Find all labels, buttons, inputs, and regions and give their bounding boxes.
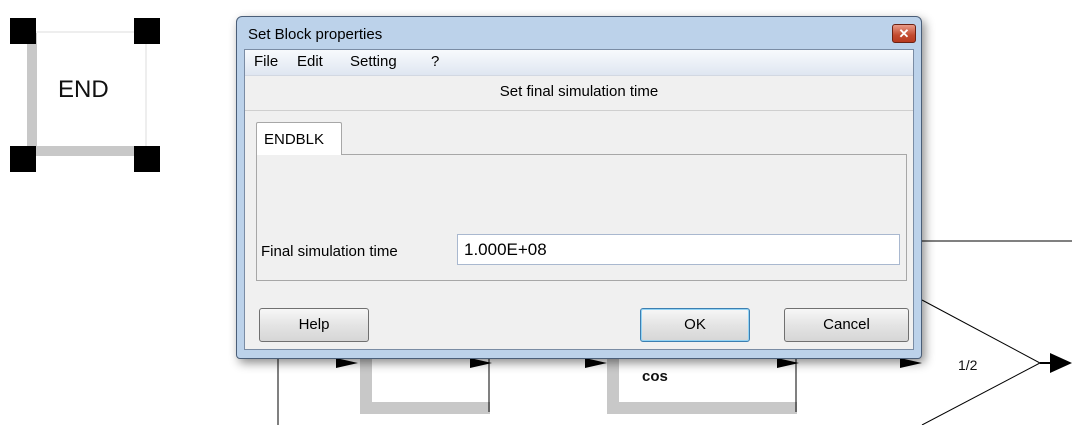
menu-edit[interactable]: Edit bbox=[297, 53, 323, 70]
gain-block[interactable] bbox=[921, 299, 1072, 425]
tab-label: ENDBLK bbox=[264, 131, 325, 148]
title-bar[interactable]: Set Block properties ✕ bbox=[237, 17, 921, 49]
help-button[interactable]: Help bbox=[259, 308, 369, 342]
menu-help-question[interactable]: ? bbox=[431, 53, 439, 70]
selection-handle bbox=[10, 146, 36, 172]
final-simulation-time-input[interactable] bbox=[457, 234, 900, 265]
end-block-label: END bbox=[58, 76, 109, 103]
cos-block-label: cos bbox=[642, 368, 668, 385]
tab-endblk[interactable]: ENDBLK bbox=[256, 122, 342, 155]
selection-handle bbox=[134, 146, 160, 172]
dialog-header: Set final simulation time bbox=[499, 83, 659, 100]
dialog-client-area: File Edit Setting ? Set final simulation… bbox=[244, 49, 914, 350]
header-divider bbox=[245, 110, 913, 111]
window-title: Set Block properties bbox=[248, 26, 383, 43]
output-arrow bbox=[1050, 353, 1072, 373]
close-icon[interactable]: ✕ bbox=[892, 24, 916, 43]
selection-handle bbox=[134, 18, 160, 44]
ok-button[interactable]: OK bbox=[640, 308, 750, 342]
arrow bbox=[900, 358, 922, 368]
arrow bbox=[585, 358, 607, 368]
gain-label: 1/2 bbox=[958, 357, 978, 373]
menu-file[interactable]: File bbox=[254, 53, 278, 70]
arrow bbox=[336, 358, 358, 368]
final-simulation-time-label: Final simulation time bbox=[261, 243, 398, 260]
cos-block[interactable] bbox=[607, 355, 797, 414]
selection-handle bbox=[10, 18, 36, 44]
menu-setting[interactable]: Setting bbox=[350, 53, 397, 70]
menu-bar: File Edit Setting ? bbox=[245, 50, 913, 76]
cancel-button[interactable]: Cancel bbox=[784, 308, 909, 342]
set-block-properties-dialog: Set Block properties ✕ File Edit Setting… bbox=[236, 16, 922, 359]
